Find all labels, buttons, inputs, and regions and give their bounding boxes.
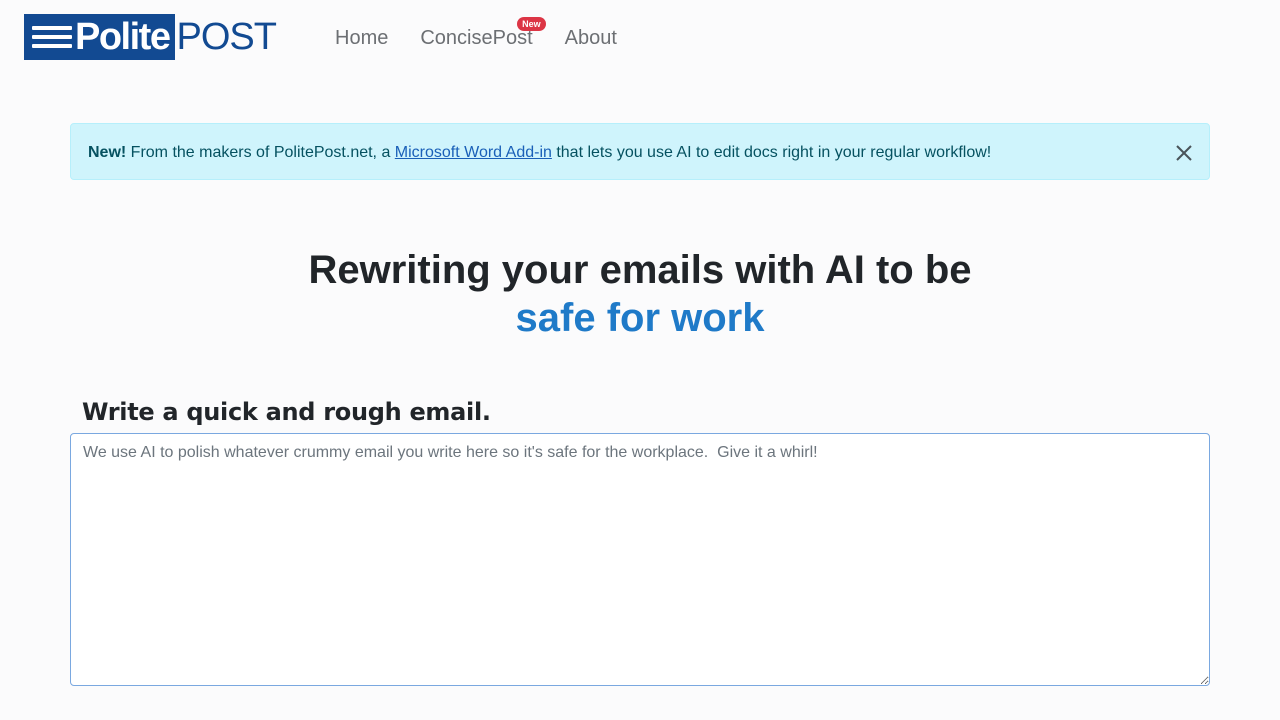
new-badge: New (517, 17, 546, 31)
nav-concisepost[interactable]: ConcisePost New (420, 17, 546, 50)
logo-post-text: POST (176, 16, 276, 58)
email-label: Write a quick and rough email. (82, 398, 491, 426)
navbar: Polite POST Home ConcisePost New About (0, 0, 1280, 78)
nav-about[interactable]: About (565, 26, 617, 50)
alert-strong: New! (88, 144, 127, 161)
headline-line1: Rewriting your emails with AI to be (308, 248, 972, 292)
email-input[interactable] (70, 433, 1210, 686)
nav-links: Home ConcisePost New About (335, 17, 617, 50)
alert-text-after: that lets you use AI to edit docs right … (551, 144, 992, 161)
headline-accent: safe for work (515, 296, 765, 340)
nav-concisepost-label: ConcisePost (420, 27, 533, 49)
announcement-alert: New! From the makers of PolitePost.net, … (70, 123, 1210, 180)
close-icon[interactable] (1173, 142, 1195, 164)
nav-home[interactable]: Home (335, 26, 388, 50)
three-lines-icon (32, 26, 72, 48)
word-addin-link[interactable]: Microsoft Word Add-in (395, 144, 552, 161)
logo-polite-text: Polite (75, 16, 171, 58)
page-headline: Rewriting your emails with AI to be safe… (0, 246, 1280, 342)
site-logo[interactable]: Polite POST (24, 14, 277, 60)
alert-text-before: From the makers of PolitePost.net, a (126, 144, 395, 161)
logo-box: Polite (24, 14, 176, 60)
